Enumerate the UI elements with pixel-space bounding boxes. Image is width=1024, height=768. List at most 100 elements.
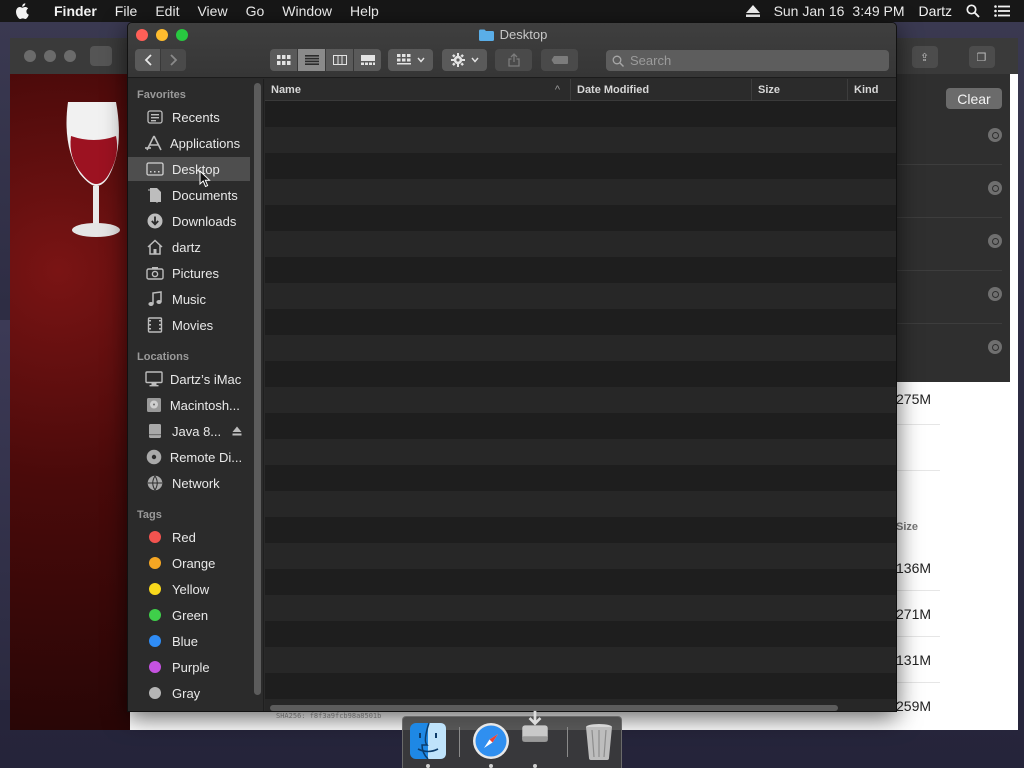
column-header-kind[interactable]: Kind [847,79,896,101]
sidebar-item-imac[interactable]: Dartz’s iMac [128,367,250,391]
column-header-name[interactable]: Name ^ [265,79,570,101]
favorites-header: Favorites [137,89,186,101]
grid-icon [276,55,290,65]
side-panel-row[interactable] [896,324,1002,377]
sidebar-item-movies[interactable]: Movies [128,313,250,337]
bg-minimize-button[interactable] [44,50,56,62]
sidebar-tag-yellow[interactable]: Yellow [128,577,250,601]
sidebar-item-desktop[interactable]: Desktop [128,157,250,181]
notification-center-icon[interactable] [994,5,1010,17]
bg-back-button[interactable] [90,46,112,66]
search-input[interactable] [630,53,870,68]
sidebar-item-documents[interactable]: Documents [128,183,250,207]
menu-date[interactable]: Sun Jan 16 [774,3,845,19]
sidebar-item-applications[interactable]: Applications [128,131,250,155]
tags-header: Tags [137,509,162,521]
sidebar-tag-blue[interactable]: Blue [128,629,250,653]
trash-icon[interactable] [579,721,619,761]
chevron-left-icon [144,54,152,66]
sidebar-tag-red[interactable]: Red [128,525,250,549]
sidebar-item-macintosh-hd[interactable]: Macintosh... [128,393,250,417]
menu-view[interactable]: View [188,3,236,19]
eject-menu-icon[interactable] [745,5,760,17]
action-button[interactable] [442,49,487,71]
sidebar-item-label: Green [172,607,209,623]
remote-disc-icon [145,449,163,465]
wine-artwork [10,74,130,730]
sidebar-item-label: Music [172,291,206,307]
finder-icon[interactable] [408,721,448,761]
sidebar-item-remote-disc[interactable]: Remote Di... [128,445,250,469]
search-field[interactable] [606,50,889,71]
sidebar-tag-gray[interactable]: Gray [128,681,250,705]
sidebar-tag-purple[interactable]: Purple [128,655,250,679]
desktop-wallpaper [0,320,10,700]
chevron-down-icon [470,57,479,63]
sidebar-item-downloads[interactable]: Downloads [128,209,250,233]
recents-icon [145,110,165,124]
chevron-down-icon [416,57,425,63]
column-label: Name [271,84,301,96]
menu-go[interactable]: Go [237,3,274,19]
back-button[interactable] [135,49,160,71]
menu-app-name[interactable]: Finder [44,3,106,19]
safari-icon[interactable] [471,721,511,761]
bg-close-button[interactable] [24,50,36,62]
eject-icon[interactable] [232,424,242,439]
sidebar-item-recents[interactable]: Recents [128,105,250,129]
menu-window[interactable]: Window [273,3,341,19]
column-header-size[interactable]: Size [751,79,847,101]
sidebar-item-label: Yellow [172,581,210,597]
movies-icon [145,317,165,333]
sidebar-scrollbar[interactable] [254,83,261,695]
clear-button[interactable]: Clear [946,88,1002,109]
view-gallery-button[interactable] [354,49,381,71]
magnifier-icon[interactable] [988,287,1002,301]
column-header-date-modified[interactable]: Date Modified [570,79,751,101]
finder-toolbar: Desktop [128,23,896,78]
sidebar-tag-orange[interactable]: Orange [128,551,250,575]
menu-help[interactable]: Help [341,3,388,19]
magnifier-icon[interactable] [988,234,1002,248]
gray-tag-dot-icon [149,687,161,699]
sidebar-item-label: Dartz’s iMac [170,371,242,387]
size-value: 275M [896,391,932,407]
dock [402,710,622,768]
side-panel-row[interactable] [896,165,1002,218]
sidebar-item-label: Purple [172,659,210,675]
spotlight-icon[interactable] [966,4,980,18]
sidebar-item-network[interactable]: Network [128,471,250,495]
sidebar-tag-green[interactable]: Green [128,603,250,627]
menu-file[interactable]: File [106,3,147,19]
installer-disk-icon[interactable] [515,709,555,749]
group-button[interactable] [388,49,433,71]
bg-maximize-button[interactable] [64,50,76,62]
tags-button[interactable] [541,49,578,71]
side-panel-row[interactable] [896,112,1002,165]
sidebar-item-pictures[interactable]: Pictures [128,261,250,285]
apple-menu-icon[interactable] [0,3,44,19]
forward-button[interactable] [161,49,186,71]
sidebar-item-home[interactable]: dartz [128,235,250,259]
view-list-button[interactable] [298,49,325,71]
share-button[interactable] [495,49,532,71]
sidebar-item-java-disk[interactable]: Java 8... [128,419,250,443]
file-list[interactable]: Name ^ Date Modified Size Kind [265,79,896,711]
applications-icon [145,135,163,151]
bg-window-button[interactable]: ❐ [968,46,995,68]
side-panel-row[interactable] [896,271,1002,324]
view-columns-button[interactable] [326,49,353,71]
empty-row [265,387,896,413]
magnifier-icon[interactable] [988,340,1002,354]
magnifier-icon[interactable] [988,128,1002,142]
bg-share-button[interactable]: ⇪ [911,46,938,68]
menu-user[interactable]: Dartz [919,3,952,19]
view-icons-button[interactable] [270,49,297,71]
network-icon [145,475,165,491]
list-header: Name ^ Date Modified Size Kind [265,79,896,101]
sidebar-item-music[interactable]: Music [128,287,250,311]
magnifier-icon[interactable] [988,181,1002,195]
menu-time[interactable]: 3:49 PM [852,3,904,19]
menu-edit[interactable]: Edit [146,3,188,19]
side-panel-row[interactable] [896,218,1002,271]
